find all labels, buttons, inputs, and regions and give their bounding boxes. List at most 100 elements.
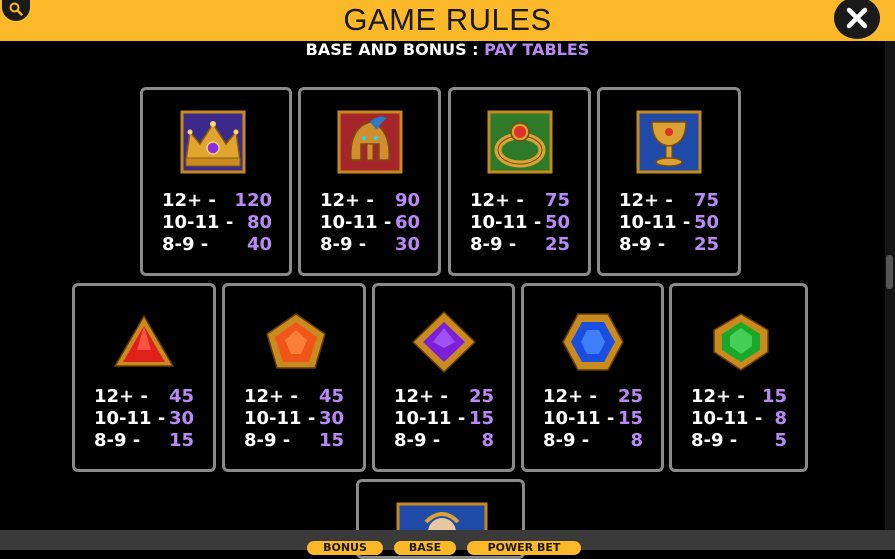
pay-value: 25 xyxy=(468,386,494,407)
pay-label: 8-9 - xyxy=(691,430,738,451)
pay-value: 8 xyxy=(481,430,494,451)
pay-value: 90 xyxy=(394,190,420,211)
pay-value: 80 xyxy=(246,212,272,233)
pay-label: 12+ - xyxy=(543,386,597,407)
pay-label: 12+ - xyxy=(320,190,374,211)
pay-value: 30 xyxy=(394,234,420,255)
crown-icon xyxy=(180,110,246,174)
pay-label: 12+ - xyxy=(619,190,673,211)
tab-power-bet[interactable]: POWER BET xyxy=(467,541,581,555)
pay-label: 8-9 - xyxy=(320,234,367,255)
pay-row-8: 8-9 - 8 xyxy=(543,430,643,452)
pay-label: 12+ - xyxy=(470,190,524,211)
pay-label: 10-11 - xyxy=(619,212,691,233)
pay-value: 15 xyxy=(318,430,344,451)
pay-row-10: 10-11 - 60 xyxy=(320,212,420,234)
pay-row-12: 12+ - 75 xyxy=(470,190,570,212)
green-shield-gem-icon xyxy=(713,313,769,371)
pay-label: 12+ - xyxy=(691,386,745,407)
tab-bonus[interactable]: BONUS xyxy=(307,541,383,555)
pay-value: 50 xyxy=(544,212,570,233)
pay-row-12: 12+ - 75 xyxy=(619,190,719,212)
pay-value: 45 xyxy=(318,386,344,407)
paytable-card-chalice: 12+ - 75 10-11 - 50 8-9 - 25 xyxy=(597,87,741,276)
pay-value: 45 xyxy=(168,386,194,407)
paytable-card-helmet: 12+ - 90 10-11 - 60 8-9 - 30 xyxy=(298,87,441,276)
paytable-card-purple-gem: 12+ - 25 10-11 - 15 8-9 - 8 xyxy=(372,283,515,472)
pay-value: 75 xyxy=(544,190,570,211)
pay-row-12: 12+ - 45 xyxy=(94,386,194,408)
pay-label: 10-11 - xyxy=(94,408,166,429)
pay-row-12: 12+ - 25 xyxy=(543,386,643,408)
pay-row-8: 8-9 - 30 xyxy=(320,234,420,256)
paytable-card-ring: 12+ - 75 10-11 - 50 8-9 - 25 xyxy=(448,87,591,276)
helmet-icon xyxy=(337,110,403,174)
scrollbar-thumb[interactable] xyxy=(886,255,893,289)
subtitle-prefix: BASE AND BONUS : xyxy=(305,40,485,59)
pay-label: 12+ - xyxy=(162,190,216,211)
ring-icon xyxy=(487,110,553,174)
pay-value: 50 xyxy=(693,212,719,233)
pay-label: 12+ - xyxy=(94,386,148,407)
paytable-card-crown: 12+ - 120 10-11 - 80 8-9 - 40 xyxy=(140,87,292,276)
pay-row-10: 10-11 - 8 xyxy=(691,408,787,430)
paytable-card-orange-gem: 12+ - 45 10-11 - 30 8-9 - 15 xyxy=(222,283,366,472)
pay-row-10: 10-11 - 80 xyxy=(162,212,272,234)
pay-row-12: 12+ - 15 xyxy=(691,386,787,408)
pay-value: 5 xyxy=(774,430,787,451)
pay-value: 30 xyxy=(168,408,194,429)
pay-label: 10-11 - xyxy=(691,408,763,429)
pay-label: 8-9 - xyxy=(162,234,209,255)
pay-row-8: 8-9 - 5 xyxy=(691,430,787,452)
pay-value: 15 xyxy=(617,408,643,429)
pay-label: 10-11 - xyxy=(470,212,542,233)
close-button[interactable] xyxy=(834,0,880,39)
pay-row-10: 10-11 - 50 xyxy=(470,212,570,234)
pay-label: 10-11 - xyxy=(244,408,316,429)
pay-row-10: 10-11 - 30 xyxy=(94,408,194,430)
pay-row-8: 8-9 - 15 xyxy=(94,430,194,452)
pay-value: 25 xyxy=(617,386,643,407)
pay-label: 8-9 - xyxy=(394,430,441,451)
pay-label: 8-9 - xyxy=(244,430,291,451)
pay-row-10: 10-11 - 15 xyxy=(394,408,494,430)
purple-diamond-gem-icon xyxy=(411,310,477,374)
pay-row-12: 12+ - 90 xyxy=(320,190,420,212)
pay-value: 15 xyxy=(761,386,787,407)
pay-value: 75 xyxy=(693,190,719,211)
pay-row-10: 10-11 - 50 xyxy=(619,212,719,234)
pay-label: 10-11 - xyxy=(543,408,615,429)
section-subtitle: BASE AND BONUS : PAY TABLES xyxy=(0,40,895,59)
pay-value: 8 xyxy=(774,408,787,429)
pay-label: 10-11 - xyxy=(320,212,392,233)
pay-label: 12+ - xyxy=(394,386,448,407)
pay-label: 8-9 - xyxy=(543,430,590,451)
orange-pentagon-gem-icon xyxy=(266,313,326,369)
pay-label: 8-9 - xyxy=(470,234,517,255)
pay-row-8: 8-9 - 15 xyxy=(244,430,344,452)
red-triangle-gem-icon xyxy=(113,314,175,367)
header-bar: GAME RULES xyxy=(0,0,895,41)
pay-label: 8-9 - xyxy=(94,430,141,451)
pay-row-10: 10-11 - 15 xyxy=(543,408,643,430)
paytable-card-green-gem: 12+ - 15 10-11 - 8 8-9 - 5 xyxy=(669,283,808,472)
tab-base[interactable]: BASE xyxy=(394,541,456,555)
page-title: GAME RULES xyxy=(343,2,552,37)
paytable-card-blue-gem: 12+ - 25 10-11 - 15 8-9 - 8 xyxy=(521,283,664,472)
pay-label: 10-11 - xyxy=(394,408,466,429)
scrollbar[interactable] xyxy=(885,41,895,530)
pay-row-8: 8-9 - 40 xyxy=(162,234,272,256)
pay-value: 8 xyxy=(630,430,643,451)
pay-row-8: 8-9 - 25 xyxy=(470,234,570,256)
pay-row-12: 12+ - 45 xyxy=(244,386,344,408)
pay-row-12: 12+ - 25 xyxy=(394,386,494,408)
pay-label: 12+ - xyxy=(244,386,298,407)
close-icon xyxy=(846,7,868,29)
pay-value: 30 xyxy=(318,408,344,429)
pay-row-8: 8-9 - 8 xyxy=(394,430,494,452)
pay-label: 8-9 - xyxy=(619,234,666,255)
pay-row-10: 10-11 - 30 xyxy=(244,408,344,430)
pay-value: 60 xyxy=(394,212,420,233)
pay-value: 120 xyxy=(234,190,272,211)
pay-row-12: 12+ - 120 xyxy=(162,190,272,212)
